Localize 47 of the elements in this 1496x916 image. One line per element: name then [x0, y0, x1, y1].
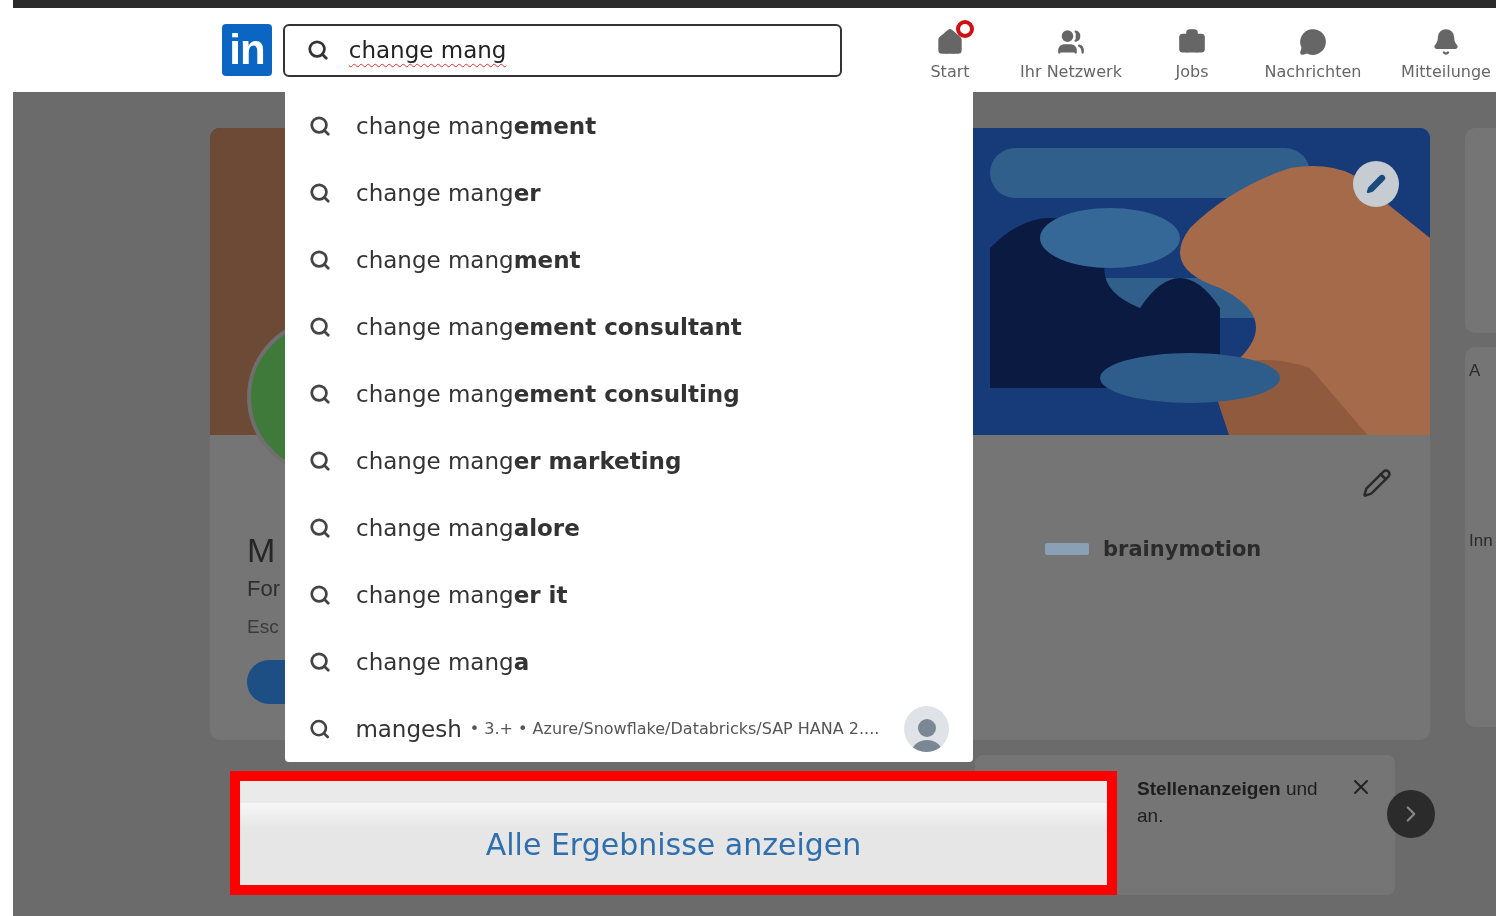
nav-item[interactable]: Nachrichten: [1230, 19, 1396, 81]
avatar: [904, 705, 949, 752]
search-icon: [309, 114, 331, 137]
person-name: mangesh: [355, 715, 462, 742]
nav-item[interactable]: Start: [912, 19, 988, 81]
nav-item[interactable]: Mitteilunge: [1396, 19, 1496, 81]
suggestion-item[interactable]: change manger it: [285, 561, 973, 628]
search-icon: [309, 181, 331, 204]
home-icon: [936, 27, 964, 56]
nav-item[interactable]: Jobs: [1154, 19, 1230, 81]
search-icon: [309, 717, 331, 740]
suggestion-item[interactable]: change mangment: [285, 226, 973, 293]
logo[interactable]: in: [222, 24, 272, 76]
search-icon: [309, 583, 331, 606]
person-suggestion[interactable]: mangesh • 3.+ • Azure/Snowflake/Databricks/SAP HANA 2....: [285, 695, 973, 762]
people-icon: [1057, 27, 1085, 56]
suggestion-item[interactable]: change mangement consultant: [285, 293, 973, 360]
suggestion-item[interactable]: change mangement consulting: [285, 360, 973, 427]
job-text: Stellenanzeigen und: [1137, 777, 1318, 801]
search-icon: [309, 650, 331, 673]
nav-item[interactable]: Ihr Netzwerk: [988, 19, 1154, 81]
pencil-icon[interactable]: [1362, 468, 1392, 498]
bell-icon: [1432, 27, 1460, 56]
suggestion-item[interactable]: change mangalore: [285, 494, 973, 561]
search-icon: [309, 382, 331, 405]
suggestion-item[interactable]: change mangement: [285, 92, 973, 159]
company-name: brainymotion: [1103, 537, 1262, 561]
person-detail: • 3.+ • Azure/Snowflake/Databricks/SAP HANA 2....: [469, 719, 880, 738]
search-icon: [309, 449, 331, 472]
profile-location: Esc: [247, 616, 279, 638]
suggestion-item[interactable]: change manga: [285, 628, 973, 695]
search-icon: [306, 39, 329, 61]
profile-headline: For: [247, 576, 280, 602]
search-icon: [309, 315, 331, 338]
side-text: A: [1469, 361, 1481, 381]
search-field[interactable]: change mang: [282, 23, 842, 77]
search-icon: [309, 516, 331, 539]
suggestion-item[interactable]: change manger: [285, 159, 973, 226]
job-text: an.: [1137, 804, 1164, 828]
chat-icon: [1299, 27, 1327, 56]
suggestion-item[interactable]: change manger marketing: [285, 427, 973, 494]
briefcase-icon: [1178, 27, 1206, 56]
search-icon: [309, 248, 331, 271]
company-logo: [1045, 543, 1089, 555]
show-all-button[interactable]: Alle Ergebnisse anzeigen: [240, 803, 1107, 885]
profile-name: M: [247, 530, 276, 570]
side-text: Inn: [1469, 531, 1493, 551]
